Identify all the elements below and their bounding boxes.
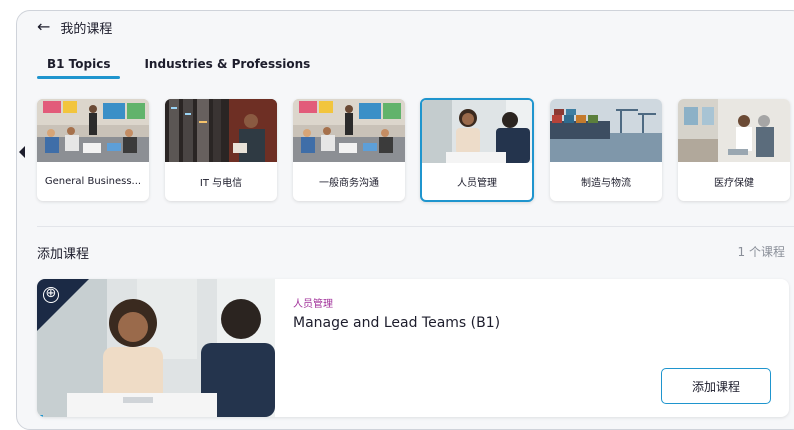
add-course-button[interactable]: 添加课程: [661, 368, 771, 404]
course-count: 1 个课程: [737, 245, 785, 259]
two-people-meeting-image: [422, 100, 532, 163]
topic-label: 医疗保健: [714, 178, 754, 189]
course-image: ⊕: [37, 279, 275, 417]
topic-label: 制造与物流: [581, 178, 631, 189]
corner-badge: [37, 279, 89, 331]
clinic-image: [678, 99, 790, 162]
add-circle-icon[interactable]: ⊕: [43, 287, 59, 303]
topic-card-it-telecom[interactable]: IT 与电信: [165, 99, 277, 201]
topic-card-general-communication[interactable]: 一般商务沟通: [293, 99, 405, 201]
server-room-image: [165, 99, 277, 162]
topic-label: IT 与电信: [199, 178, 243, 189]
course-title: Manage and Lead Teams (B1): [293, 315, 501, 331]
cargo-port-image: [550, 99, 662, 162]
tab-industries-professions[interactable]: Industries & Professions: [134, 55, 320, 79]
tab-bar: B1 Topics Industries & Professions: [37, 55, 334, 79]
section-divider: [37, 226, 794, 227]
course-card[interactable]: ⊕ 人员管理 Manage and Lead Teams (B1) 添加课程: [37, 279, 789, 417]
page-title: 我的课程: [60, 21, 113, 37]
carousel-prev-icon[interactable]: [17, 144, 27, 160]
meeting-room-image: [293, 99, 405, 162]
topic-card-healthcare[interactable]: 医疗保健: [678, 99, 790, 201]
section-title: 添加课程: [37, 247, 90, 262]
course-topic-tag: 人员管理: [293, 299, 333, 310]
topic-label: 一般商务沟通: [319, 178, 379, 189]
course-picker-panel: ← 我的课程 B1 Topics Industries & Profession…: [16, 10, 794, 430]
back-arrow-icon[interactable]: ←: [37, 19, 50, 35]
header-row: ← 我的课程: [37, 15, 112, 39]
topic-card-people-management[interactable]: 人员管理: [420, 98, 534, 202]
topic-label: General Business...: [44, 176, 142, 187]
progress-indicator: [37, 415, 43, 417]
meeting-room-image: [37, 99, 149, 162]
topic-label: 人员管理: [457, 178, 497, 189]
topic-card-general-business[interactable]: General Business...: [37, 99, 149, 201]
tab-b1-topics[interactable]: B1 Topics: [37, 55, 121, 79]
topic-card-manufacturing-logistics[interactable]: 制造与物流: [550, 99, 662, 201]
